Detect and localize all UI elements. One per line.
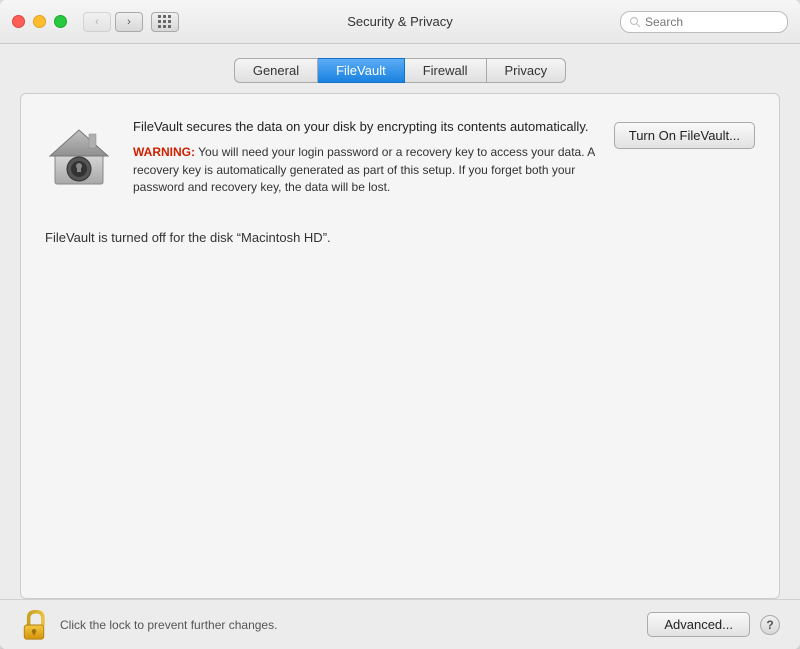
lock-icon[interactable] — [20, 609, 48, 641]
search-bar[interactable] — [620, 11, 788, 33]
titlebar: ‹ › Security & Privacy — [0, 0, 800, 44]
turn-on-filevault-button[interactable]: Turn On FileVault... — [614, 122, 755, 149]
traffic-lights — [12, 15, 67, 28]
tab-general[interactable]: General — [234, 58, 318, 83]
bottom-bar: Click the lock to prevent further change… — [0, 599, 800, 649]
top-section: FileVault secures the data on your disk … — [45, 118, 755, 196]
nav-buttons: ‹ › — [83, 12, 179, 32]
tabs-row: General FileVault Firewall Privacy — [0, 44, 800, 93]
minimize-button[interactable] — [33, 15, 46, 28]
advanced-button[interactable]: Advanced... — [647, 612, 750, 637]
description-text: FileVault secures the data on your disk … — [133, 118, 596, 136]
help-button[interactable]: ? — [760, 615, 780, 635]
warning-block: WARNING: You will need your login passwo… — [133, 144, 596, 196]
tab-privacy[interactable]: Privacy — [487, 58, 567, 83]
lock-label: Click the lock to prevent further change… — [60, 618, 277, 632]
filevault-icon — [45, 122, 115, 192]
window-title: Security & Privacy — [347, 14, 452, 29]
forward-button[interactable]: › — [115, 12, 143, 32]
back-button[interactable]: ‹ — [83, 12, 111, 32]
search-input[interactable] — [645, 15, 779, 29]
description-block: FileVault secures the data on your disk … — [133, 118, 596, 196]
grid-button[interactable] — [151, 12, 179, 32]
search-icon — [629, 16, 641, 28]
bottom-right: Advanced... ? — [647, 612, 780, 637]
grid-icon — [158, 15, 172, 29]
content-area: FileVault secures the data on your disk … — [20, 93, 780, 599]
warning-label: WARNING: — [133, 145, 195, 159]
tab-filevault[interactable]: FileVault — [318, 58, 405, 83]
maximize-button[interactable] — [54, 15, 67, 28]
close-button[interactable] — [12, 15, 25, 28]
tab-firewall[interactable]: Firewall — [405, 58, 487, 83]
warning-text: You will need your login password or a r… — [133, 145, 595, 194]
window: ‹ › Security & Privacy General FileVault… — [0, 0, 800, 649]
status-text: FileVault is turned off for the disk “Ma… — [45, 230, 755, 245]
